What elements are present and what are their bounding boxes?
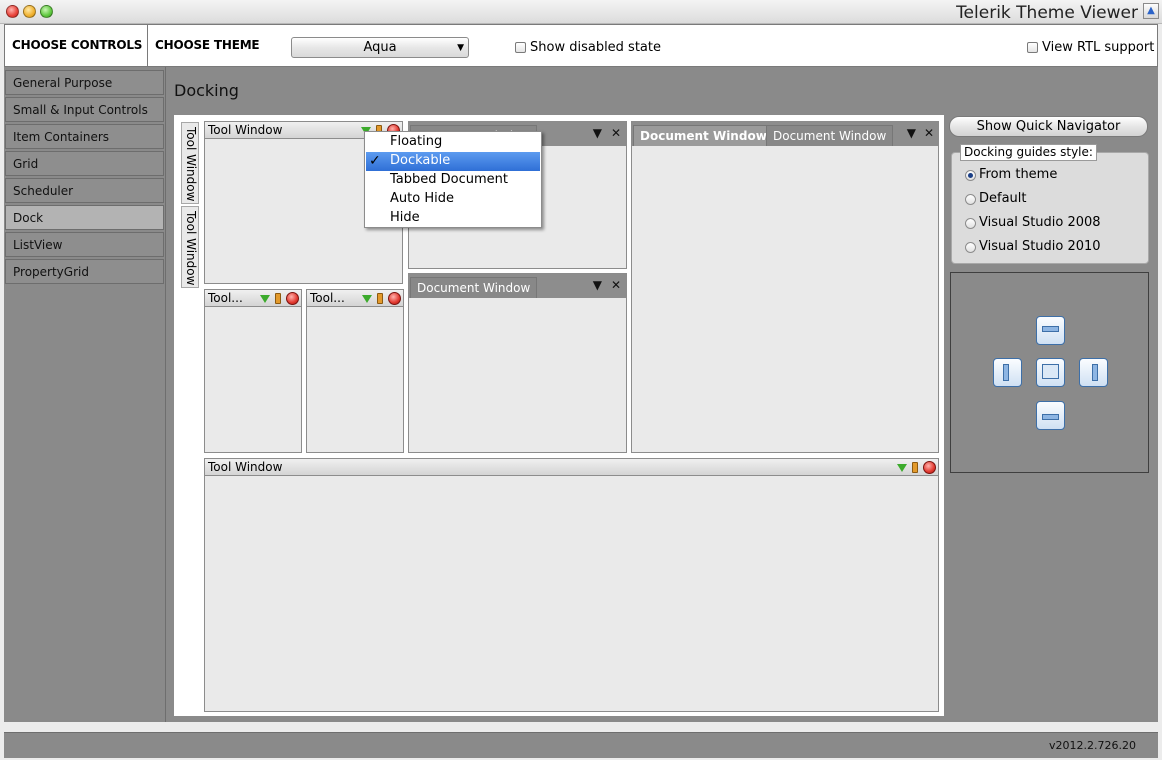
sidebar: General Purpose Controls Small & Input C… — [4, 67, 166, 722]
document-tab[interactable]: Document Window — [766, 125, 894, 146]
pin-icon[interactable] — [912, 462, 918, 473]
sidebar-item-item-containers[interactable]: Item Containers — [5, 124, 164, 149]
docking-guides-legend: Docking guides style: — [960, 144, 1097, 161]
menu-arrow-icon[interactable] — [362, 295, 372, 303]
close-icon[interactable]: ✕ — [611, 278, 621, 292]
dock-right-guide-icon — [1079, 358, 1108, 387]
docking-guides-preview — [950, 272, 1149, 473]
version-label: v2012.2.726.20 — [1049, 739, 1136, 752]
pin-icon[interactable] — [377, 293, 383, 304]
theme-dropdown-value: Aqua — [363, 40, 397, 55]
autohide-tab-label: Tool Window — [184, 127, 198, 202]
radio-label: Default — [979, 191, 1027, 206]
tool-window-title: Tool... — [310, 291, 345, 305]
document-tab-active[interactable]: Document Window — [633, 125, 774, 146]
menu-arrow-icon[interactable]: ▼ — [593, 278, 602, 292]
checkmark-icon: ✓ — [369, 153, 381, 169]
dock-center-guide-icon — [1036, 358, 1065, 387]
menu-item-label: Dockable — [390, 153, 451, 168]
dock-top-guide-icon — [1036, 316, 1065, 345]
document-tabstrip: Document Window ▼ ✕ — [409, 274, 626, 298]
sidebar-item-listview[interactable]: ListView — [5, 232, 164, 257]
autohide-tab-1[interactable]: Tool Window — [181, 122, 199, 204]
document-tab[interactable]: Document Window — [410, 277, 538, 298]
tool-window-title: Tool... — [208, 291, 243, 305]
header-bar: CHOOSE CONTROLS CHOOSE THEME Aqua ▼ Show… — [4, 24, 1158, 67]
sidebar-item-grid[interactable]: Grid — [5, 151, 164, 176]
view-rtl-label: View RTL support — [1042, 40, 1155, 55]
menu-arrow-icon[interactable] — [897, 464, 907, 472]
radio-label: From theme — [979, 167, 1058, 182]
sidebar-item-dock[interactable]: Dock — [5, 205, 164, 230]
pin-icon[interactable] — [275, 293, 281, 304]
dock-state-context-menu: Floating ✓ Dockable Tabbed Document Auto… — [364, 131, 542, 228]
window-resize-icon[interactable]: ▲ — [1143, 3, 1159, 19]
window-close-button[interactable] — [6, 5, 19, 18]
menu-item-auto-hide[interactable]: Auto Hide — [366, 190, 540, 209]
show-quick-navigator-button[interactable]: Show Quick Navigator — [949, 116, 1148, 137]
window-minimize-button[interactable] — [23, 5, 36, 18]
menu-arrow-icon[interactable] — [260, 295, 270, 303]
status-bar: v2012.2.726.20 — [4, 732, 1158, 758]
sidebar-item-general-purpose-controls[interactable]: General Purpose Controls — [5, 70, 164, 114]
tool-window-small-1: Tool... — [204, 289, 302, 453]
sidebar-item-small-input-controls[interactable]: Small & Input Controls — [5, 97, 164, 122]
radio-default[interactable] — [965, 194, 976, 205]
choose-controls-tab[interactable]: CHOOSE CONTROLS — [5, 25, 148, 66]
radio-label: Visual Studio 2008 — [979, 215, 1101, 230]
autohide-tab-label: Tool Window — [184, 211, 198, 286]
tool-window-header[interactable]: Tool... — [205, 290, 301, 307]
menu-arrow-icon[interactable]: ▼ — [593, 126, 602, 140]
radio-label: Visual Studio 2010 — [979, 239, 1101, 254]
tool-window-title: Tool Window — [208, 460, 283, 474]
menu-item-tabbed-document[interactable]: Tabbed Document — [366, 171, 540, 190]
chevron-down-icon: ▼ — [457, 43, 464, 53]
menu-arrow-icon[interactable]: ▼ — [907, 126, 916, 140]
app-title: Telerik Theme Viewer — [956, 3, 1138, 23]
close-icon[interactable] — [923, 461, 936, 474]
tool-window-header[interactable]: Tool Window — [205, 459, 938, 476]
theme-dropdown[interactable]: Aqua ▼ — [291, 37, 469, 58]
close-icon[interactable]: ✕ — [611, 126, 621, 140]
autohide-tab-2[interactable]: Tool Window — [181, 206, 199, 288]
document-pane-mid-bottom: Document Window ▼ ✕ — [408, 273, 627, 453]
radio-from-theme[interactable] — [965, 170, 976, 181]
close-icon[interactable] — [286, 292, 299, 305]
tool-window-small-2: Tool... — [306, 289, 404, 453]
show-disabled-checkbox[interactable] — [515, 42, 526, 53]
menu-item-floating[interactable]: Floating — [366, 133, 540, 152]
dock-left-guide-icon — [993, 358, 1022, 387]
tool-window-title: Tool Window — [208, 123, 283, 137]
page-title: Docking — [174, 81, 239, 100]
close-icon[interactable]: ✕ — [924, 126, 934, 140]
title-bar: Telerik Theme Viewer ▲ — [0, 0, 1162, 24]
tool-window-bottom: Tool Window — [204, 458, 939, 712]
document-tabstrip: Document Window Document Window ▼ ✕ — [632, 122, 938, 146]
window-maximize-button[interactable] — [40, 5, 53, 18]
menu-item-hide[interactable]: Hide — [366, 209, 540, 228]
tool-window-header[interactable]: Tool... — [307, 290, 403, 307]
view-rtl-checkbox[interactable] — [1027, 42, 1038, 53]
show-disabled-label: Show disabled state — [530, 40, 661, 55]
choose-theme-label: CHOOSE THEME — [155, 38, 260, 52]
close-icon[interactable] — [388, 292, 401, 305]
radio-visual-studio-2010[interactable] — [965, 242, 976, 253]
document-pane-right: Document Window Document Window ▼ ✕ — [631, 121, 939, 453]
sidebar-item-propertygrid[interactable]: PropertyGrid — [5, 259, 164, 284]
sidebar-item-scheduler[interactable]: Scheduler — [5, 178, 164, 203]
menu-item-dockable[interactable]: ✓ Dockable — [366, 152, 540, 171]
dock-bottom-guide-icon — [1036, 401, 1065, 430]
radio-visual-studio-2008[interactable] — [965, 218, 976, 229]
